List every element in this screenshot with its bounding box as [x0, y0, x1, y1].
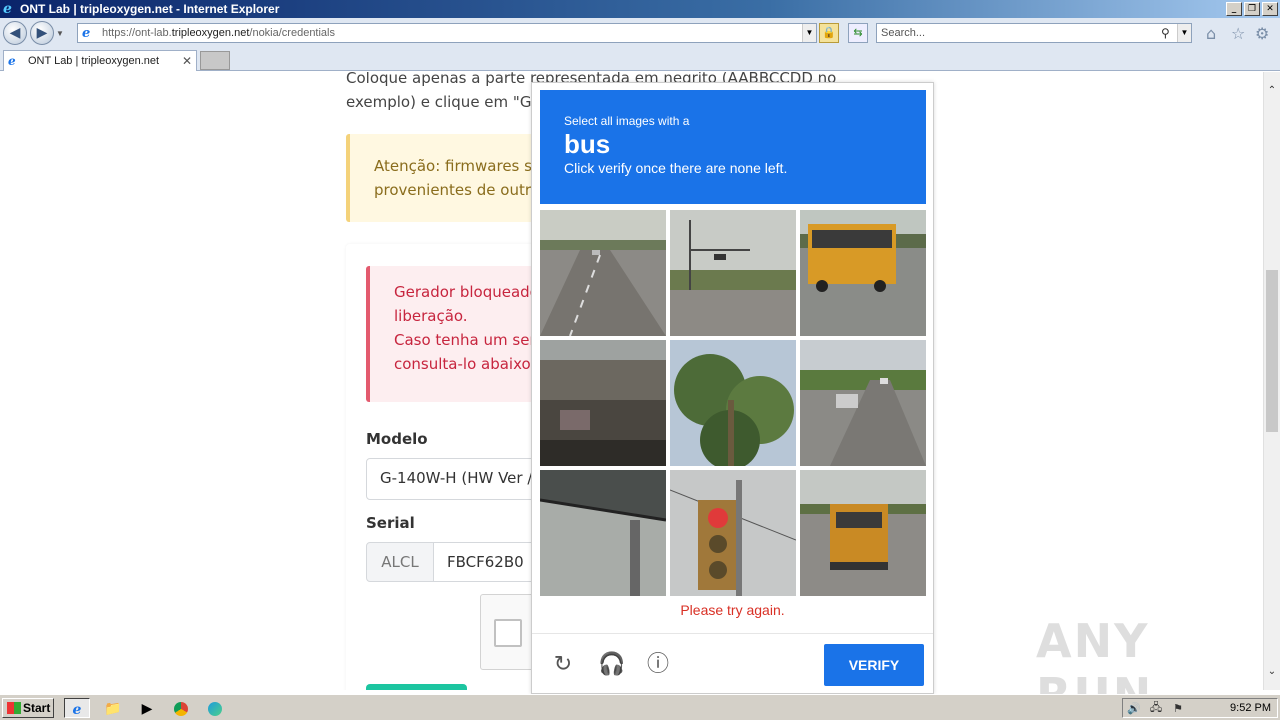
- captcha-header: Select all images with a bus Click verif…: [540, 90, 926, 204]
- lock-icon[interactable]: 🔒: [819, 23, 839, 43]
- captcha-instruction: Select all images with a: [564, 114, 690, 128]
- clock: 9:52 PM: [1230, 702, 1271, 714]
- captcha-tile-road[interactable]: [540, 210, 666, 336]
- verify-button[interactable]: VERIFY: [824, 644, 924, 686]
- new-tab-button[interactable]: [200, 51, 230, 70]
- captcha-image-grid: [540, 210, 926, 596]
- close-button[interactable]: ✕: [1262, 2, 1278, 16]
- system-tray: 🔊 🖧 ⚑ 9:52 PM: [1122, 698, 1278, 718]
- captcha-footer: ↻ 🎧 ⓘ VERIFY: [532, 633, 933, 693]
- compat-refresh-icon[interactable]: ⇆: [848, 23, 868, 43]
- home-icon[interactable]: ⌂: [1206, 24, 1216, 43]
- network-icon[interactable]: 🖧: [1145, 699, 1167, 718]
- start-button[interactable]: Start: [2, 698, 54, 718]
- taskbar-explorer-icon[interactable]: 📁: [100, 698, 126, 718]
- vertical-scrollbar[interactable]: ⌃ ⌄: [1263, 72, 1280, 690]
- taskbar-media-player-icon[interactable]: ▶: [134, 698, 160, 718]
- audio-icon[interactable]: 🎧: [598, 652, 625, 678]
- history-dropdown-icon[interactable]: ▼: [56, 29, 66, 38]
- back-button[interactable]: ◀: [3, 21, 27, 45]
- volume-icon[interactable]: 🔊: [1123, 702, 1145, 715]
- captcha-tile-intersection[interactable]: [670, 210, 796, 336]
- captcha-tile-overpass[interactable]: [540, 470, 666, 596]
- serial-prefix: ALCL: [366, 542, 434, 582]
- page-ie-icon: e: [82, 25, 91, 41]
- url-text[interactable]: https://ont-lab.tripleoxygen.net/nokia/c…: [102, 27, 802, 39]
- search-icon[interactable]: ⚲: [1161, 26, 1177, 40]
- captcha-tile-bus[interactable]: [800, 210, 926, 336]
- address-dropdown-icon[interactable]: ▼: [802, 24, 816, 42]
- taskbar: Start e 📁 ▶ 🔊 🖧 ⚑ 9:52 PM: [0, 694, 1280, 720]
- ie-logo-icon: e: [3, 1, 12, 17]
- search-input[interactable]: Search...: [877, 27, 1161, 39]
- forward-button[interactable]: ▶: [30, 21, 54, 45]
- generate-button[interactable]: [366, 684, 467, 690]
- start-label: Start: [23, 701, 51, 715]
- address-bar[interactable]: e https://ont-lab.tripleoxygen.net/nokia…: [77, 23, 817, 43]
- taskbar-edge-icon[interactable]: [202, 698, 228, 718]
- search-box[interactable]: Search... ⚲ ▼: [876, 23, 1192, 43]
- search-dropdown-icon[interactable]: ▼: [1177, 24, 1191, 42]
- scroll-thumb[interactable]: [1266, 270, 1278, 432]
- scroll-up-icon[interactable]: ⌃: [1264, 82, 1280, 99]
- captcha-tile-traffic-light[interactable]: [670, 470, 796, 596]
- taskbar-chrome-icon[interactable]: [168, 698, 194, 718]
- serial-label: Serial: [366, 514, 415, 532]
- restore-button[interactable]: ❐: [1244, 2, 1260, 16]
- favorites-star-icon[interactable]: ☆: [1231, 24, 1245, 43]
- captcha-error: Please try again.: [680, 602, 785, 618]
- minimize-button[interactable]: _: [1226, 2, 1242, 16]
- captcha-checkbox[interactable]: [494, 619, 522, 647]
- tab-ie-icon: e: [8, 54, 16, 68]
- window-title: ONT Lab | tripleoxygen.net - Internet Ex…: [20, 2, 280, 16]
- taskbar-ie-icon[interactable]: e: [64, 698, 90, 718]
- captcha-tile-bus-rear[interactable]: [800, 470, 926, 596]
- modelo-label: Modelo: [366, 430, 428, 448]
- settings-gear-icon[interactable]: ⚙: [1255, 24, 1269, 43]
- tab-row: e ONT Lab | tripleoxygen.net ✕: [0, 48, 1280, 71]
- captcha-tile-palm-trees[interactable]: [670, 340, 796, 466]
- captcha-subinstruction: Click verify once there are none left.: [564, 160, 788, 176]
- captcha-tile-building[interactable]: [540, 340, 666, 466]
- captcha-tile-highway[interactable]: [800, 340, 926, 466]
- refresh-icon[interactable]: ↻: [550, 652, 576, 678]
- captcha-challenge: Select all images with a bus Click verif…: [531, 82, 934, 694]
- captcha-target: bus: [564, 129, 611, 159]
- tab-ont-lab[interactable]: e ONT Lab | tripleoxygen.net ✕: [3, 50, 197, 71]
- info-icon[interactable]: ⓘ: [645, 652, 671, 678]
- tab-close-icon[interactable]: ✕: [182, 54, 196, 68]
- tab-label: ONT Lab | tripleoxygen.net: [28, 55, 160, 67]
- windows-flag-icon: [7, 702, 21, 714]
- navigation-bar: ◀ ▶ ▼ e https://ont-lab.tripleoxygen.net…: [0, 18, 1280, 48]
- flag-icon[interactable]: ⚑: [1167, 702, 1189, 715]
- window-titlebar: e ONT Lab | tripleoxygen.net - Internet …: [0, 0, 1280, 18]
